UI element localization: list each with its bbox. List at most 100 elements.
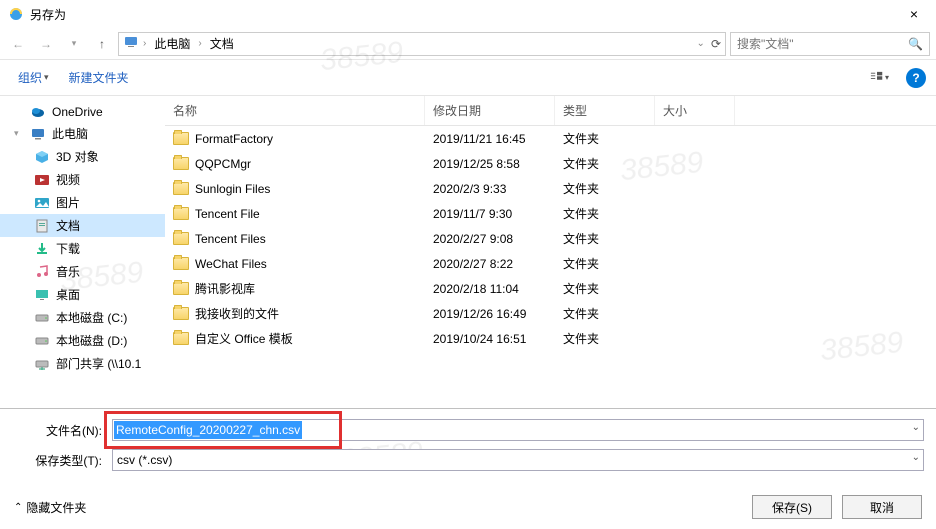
file-row[interactable]: Sunlogin Files2020/2/3 9:33文件夹 xyxy=(165,176,936,201)
file-type: 文件夹 xyxy=(555,203,655,224)
3d-icon xyxy=(34,150,50,164)
search-input[interactable] xyxy=(737,37,887,51)
sidebar-item[interactable]: OneDrive xyxy=(0,102,165,122)
filename-input[interactable] xyxy=(112,419,924,441)
file-row[interactable]: FormatFactory2019/11/21 16:45文件夹 xyxy=(165,126,936,151)
sidebar-item[interactable]: 图片 xyxy=(0,191,165,214)
sidebar-item-label: 音乐 xyxy=(56,263,80,280)
desktop-icon xyxy=(34,288,50,302)
col-size-header[interactable]: 大小 xyxy=(655,96,735,125)
view-mode-button[interactable]: ▾ xyxy=(864,67,894,89)
sidebar-item-label: 部门共享 (\\10.1 xyxy=(56,355,141,372)
file-date: 2019/12/25 8:58 xyxy=(425,155,555,173)
pictures-icon xyxy=(34,196,50,210)
file-type: 文件夹 xyxy=(555,228,655,249)
file-name: Tencent File xyxy=(195,207,260,221)
search-box[interactable]: 🔍 xyxy=(730,32,930,56)
window-title: 另存为 xyxy=(30,6,66,23)
file-size xyxy=(655,287,735,291)
file-size xyxy=(655,137,735,141)
file-row[interactable]: 腾讯影视库2020/2/18 11:04文件夹 xyxy=(165,276,936,301)
titlebar: 另存为 × xyxy=(0,0,936,28)
main-area: OneDrive ▾此电脑 3D 对象视频图片文档下载音乐桌面本地磁盘 (C:)本地… xyxy=(0,96,936,408)
disk-icon xyxy=(34,311,50,325)
sidebar-item[interactable]: 音乐 xyxy=(0,260,165,283)
sidebar-item-label: 3D 对象 xyxy=(56,148,99,165)
filetype-dropdown-icon[interactable]: ⌄ xyxy=(912,452,920,463)
hide-folders-toggle[interactable]: ⌃ 隐藏文件夹 xyxy=(14,499,86,516)
back-button[interactable]: ← xyxy=(6,32,30,56)
sidebar-item-label: OneDrive xyxy=(52,105,103,119)
file-row[interactable]: 自定义 Office 模板2019/10/24 16:51文件夹 xyxy=(165,326,936,351)
sidebar-item[interactable]: 本地磁盘 (C:) xyxy=(0,306,165,329)
download-icon xyxy=(34,242,50,256)
video-icon xyxy=(34,173,50,187)
up-button[interactable]: ↑ xyxy=(90,32,114,56)
file-date: 2020/2/18 11:04 xyxy=(425,280,555,298)
file-row[interactable]: QQPCMgr2019/12/25 8:58文件夹 xyxy=(165,151,936,176)
expand-icon[interactable]: ▾ xyxy=(14,128,24,139)
recent-dropdown[interactable]: ▾ xyxy=(62,32,86,56)
sidebar-item[interactable]: ▾此电脑 xyxy=(0,122,165,145)
file-date: 2020/2/27 8:22 xyxy=(425,255,555,273)
close-button[interactable]: × xyxy=(900,2,928,26)
file-row[interactable]: Tencent File2019/11/7 9:30文件夹 xyxy=(165,201,936,226)
search-icon[interactable]: 🔍 xyxy=(908,37,923,51)
file-row[interactable]: WeChat Files 2020/2/27 8:22文件夹 xyxy=(165,251,936,276)
sidebar-item[interactable]: 视频 xyxy=(0,168,165,191)
ie-icon xyxy=(8,6,24,22)
help-button[interactable]: ? xyxy=(906,68,926,88)
breadcrumb-seg-1[interactable]: 文档 xyxy=(206,33,238,54)
col-name-header[interactable]: 名称 xyxy=(165,96,425,125)
filename-label: 文件名(N): xyxy=(12,422,112,439)
filename-dropdown-icon[interactable]: ⌄ xyxy=(912,422,920,433)
sidebar-item[interactable]: 下载 xyxy=(0,237,165,260)
sidebar-item[interactable]: 桌面 xyxy=(0,283,165,306)
file-name: 自定义 Office 模板 xyxy=(195,330,293,347)
file-type: 文件夹 xyxy=(555,253,655,274)
file-size xyxy=(655,262,735,266)
refresh-icon[interactable]: ⟳ xyxy=(711,37,721,51)
filetype-input[interactable] xyxy=(112,449,924,471)
breadcrumb-seg-0[interactable]: 此电脑 xyxy=(150,33,194,54)
organize-menu[interactable]: 组织▾ xyxy=(10,65,57,90)
folder-icon xyxy=(173,157,189,170)
folder-icon xyxy=(173,207,189,220)
file-date: 2019/12/26 16:49 xyxy=(425,305,555,323)
cancel-button[interactable]: 取消 xyxy=(842,495,922,519)
disk-icon xyxy=(34,334,50,348)
netdisk-icon xyxy=(34,357,50,371)
file-date: 2020/2/27 9:08 xyxy=(425,230,555,248)
music-icon xyxy=(34,265,50,279)
file-list: 名称 修改日期 类型 大小 FormatFactory2019/11/21 16… xyxy=(165,96,936,408)
onedrive-icon xyxy=(30,105,46,119)
toolbar: 组织▾ 新建文件夹 ▾ ? xyxy=(0,60,936,96)
col-type-header[interactable]: 类型 xyxy=(555,96,655,125)
file-size xyxy=(655,162,735,166)
forward-button[interactable]: → xyxy=(34,32,58,56)
file-row[interactable]: Tencent Files 2020/2/27 9:08文件夹 xyxy=(165,226,936,251)
file-type: 文件夹 xyxy=(555,128,655,149)
bottom-panel: 文件名(N): RemoteConfig_20200227_chn.csv ⌄ … xyxy=(0,408,936,485)
sidebar-item[interactable]: 文档 xyxy=(0,214,165,237)
file-size xyxy=(655,212,735,216)
save-button[interactable]: 保存(S) xyxy=(752,495,832,519)
folder-icon xyxy=(173,257,189,270)
file-size xyxy=(655,337,735,341)
file-row[interactable]: 我接收到的文件2019/12/26 16:49文件夹 xyxy=(165,301,936,326)
col-date-header[interactable]: 修改日期 xyxy=(425,96,555,125)
file-name: 我接收到的文件 xyxy=(195,305,279,322)
folder-icon xyxy=(173,132,189,145)
breadcrumb[interactable]: › 此电脑 › 文档 ⌄ ⟳ xyxy=(118,32,726,56)
file-size xyxy=(655,312,735,316)
sidebar-item-label: 桌面 xyxy=(56,286,80,303)
new-folder-button[interactable]: 新建文件夹 xyxy=(61,65,137,90)
sidebar-item[interactable]: 3D 对象 xyxy=(0,145,165,168)
sidebar-item[interactable]: 部门共享 (\\10.1 xyxy=(0,352,165,375)
file-name: Tencent Files xyxy=(195,232,266,246)
chevron-up-icon: ⌃ xyxy=(14,502,22,513)
file-name: WeChat Files xyxy=(195,257,267,271)
chevron-down-icon[interactable]: ⌄ xyxy=(697,38,705,49)
sidebar-item-label: 图片 xyxy=(56,194,80,211)
sidebar-item[interactable]: 本地磁盘 (D:) xyxy=(0,329,165,352)
